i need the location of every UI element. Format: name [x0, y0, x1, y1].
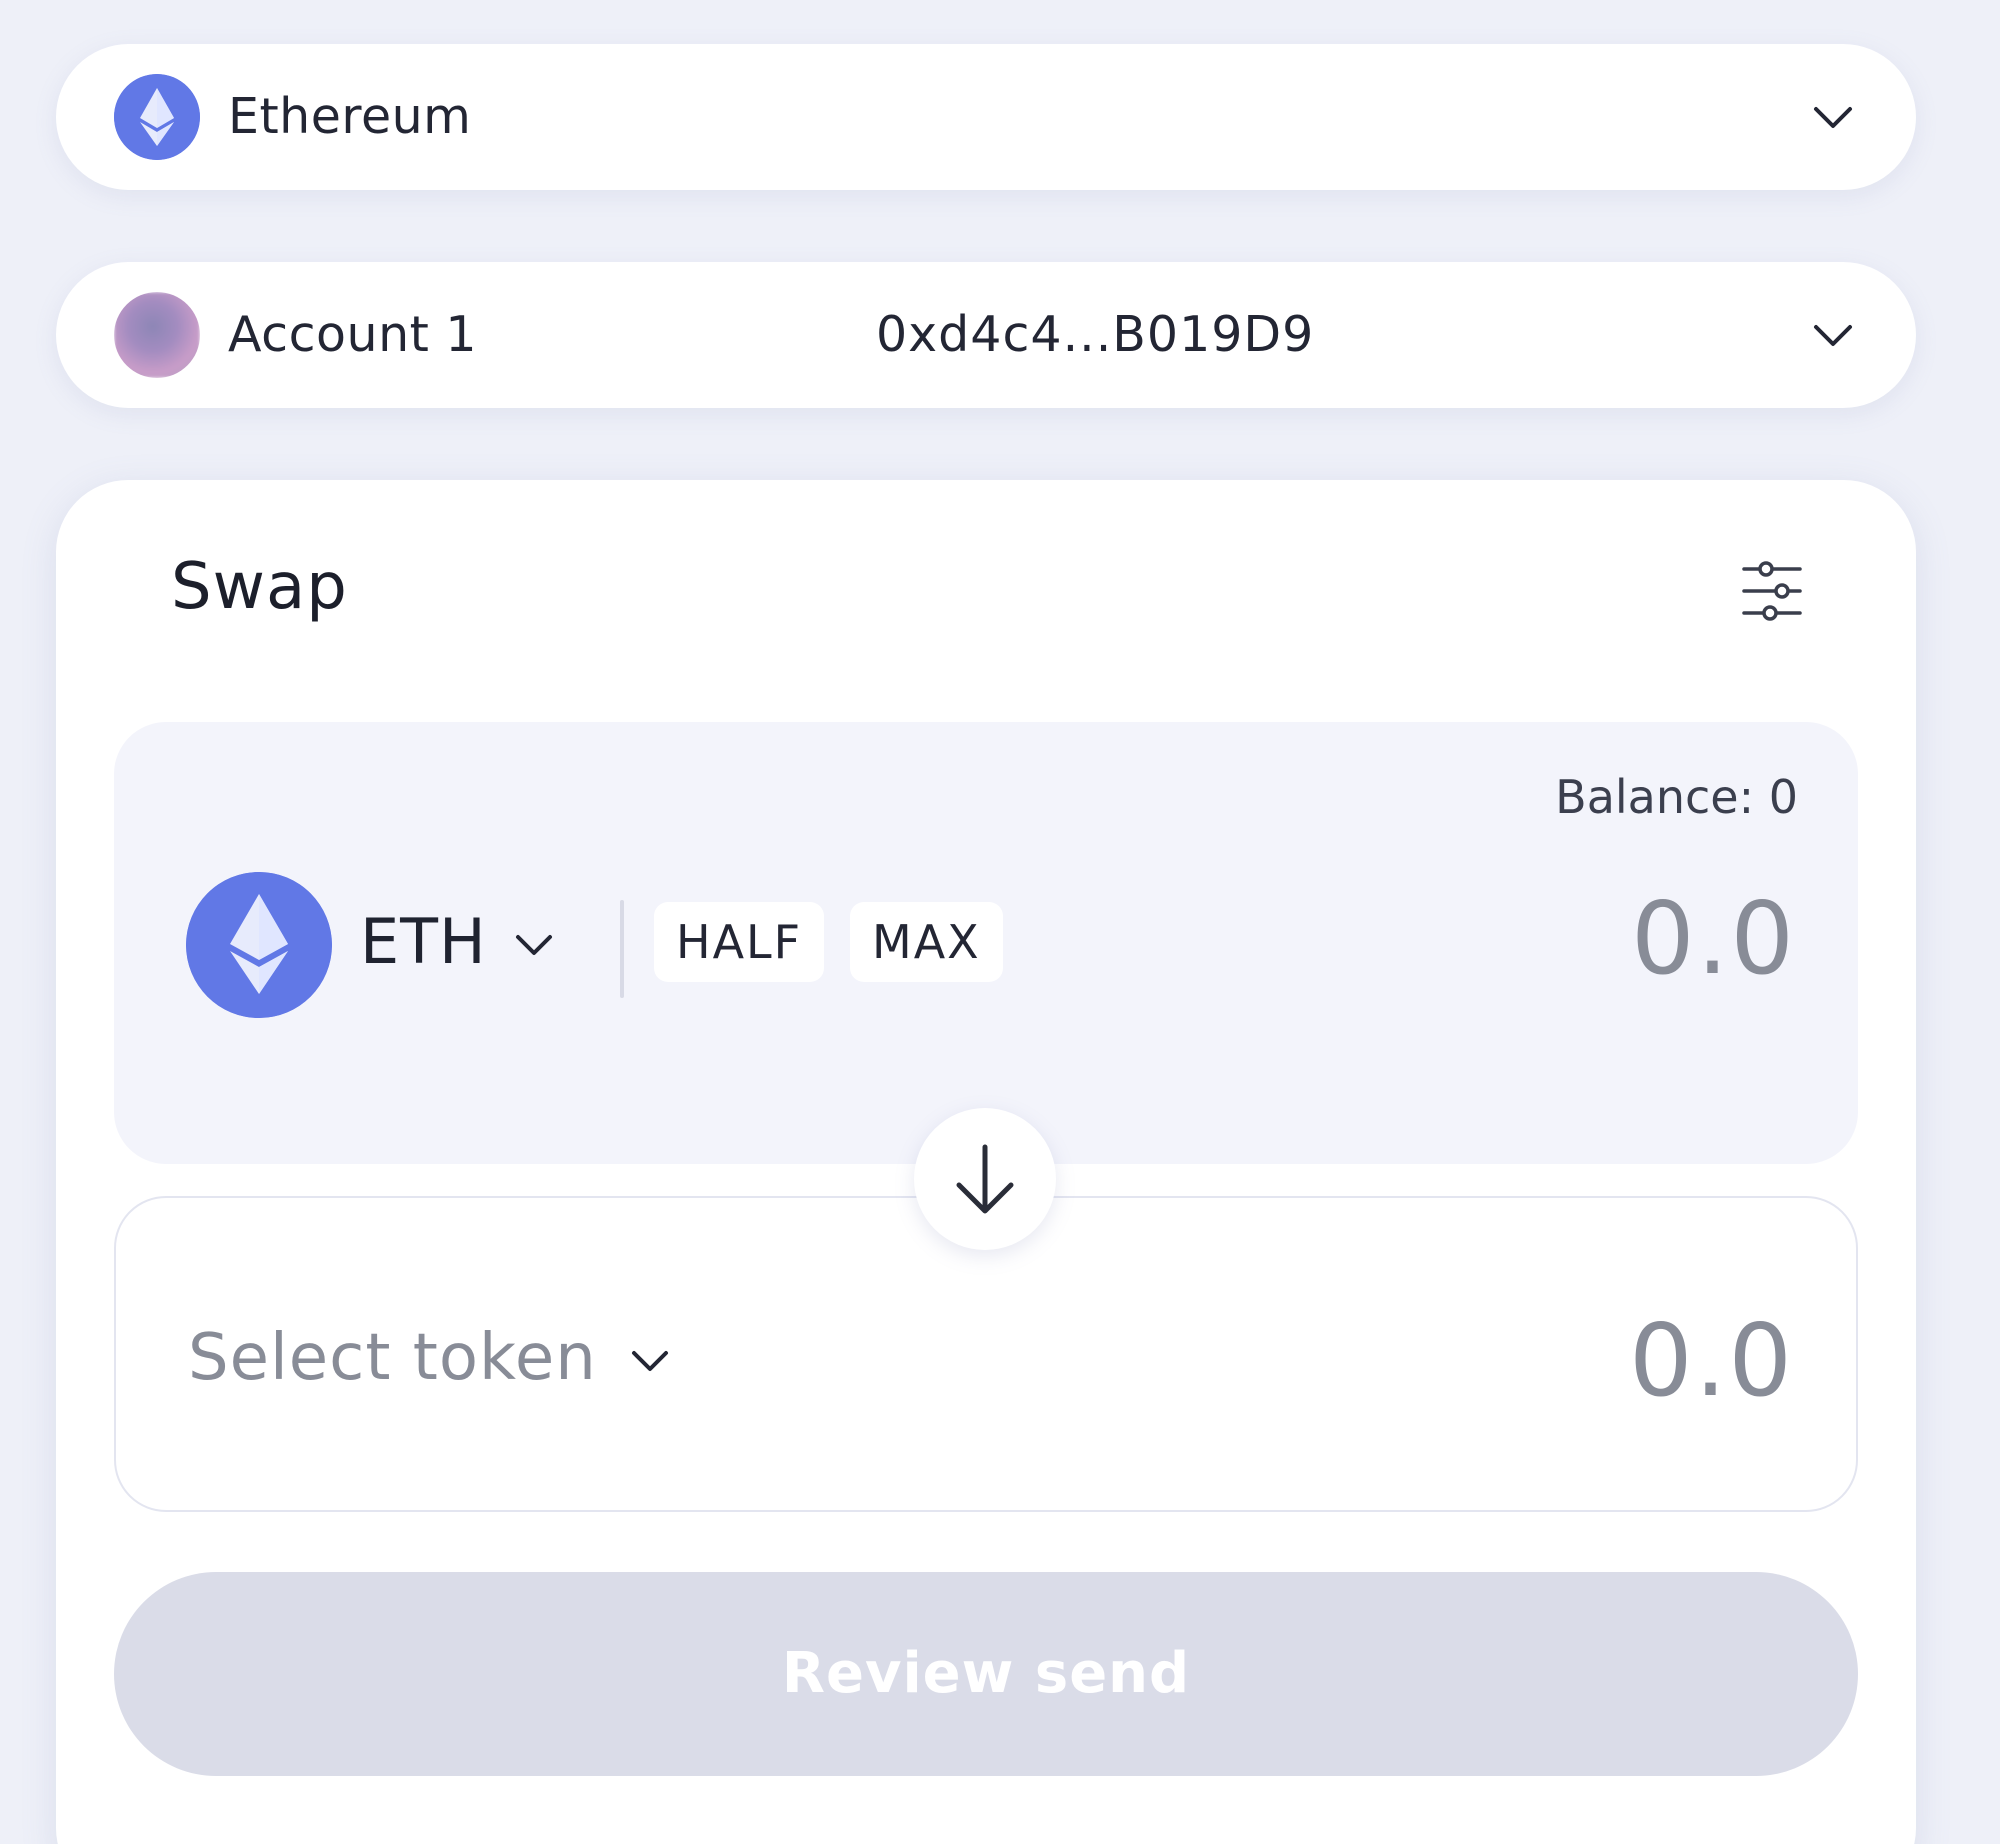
account-name: Account 1	[228, 306, 478, 363]
balance-label: Balance: 0	[1555, 770, 1798, 824]
swap-direction-button[interactable]	[914, 1108, 1056, 1250]
network-name: Ethereum	[228, 88, 472, 145]
ethereum-icon	[114, 74, 200, 160]
swap-card: Swap Balance: 0 ETH HALF MAX 0.0 Select …	[56, 480, 1916, 1844]
swap-title: Swap	[171, 550, 348, 624]
half-button[interactable]: HALF	[654, 902, 825, 982]
app-root: Ethereum Account 1 0xd4c4...B019D9 Swap	[0, 0, 2000, 1844]
from-amount-input[interactable]: 0.0	[1631, 880, 1796, 997]
review-send-button[interactable]: Review send	[114, 1572, 1858, 1776]
chevron-down-icon	[1814, 325, 1852, 346]
chevron-down-icon	[1814, 107, 1852, 128]
max-button[interactable]: MAX	[850, 902, 1003, 982]
arrow-down-icon	[956, 1144, 1014, 1214]
select-token-button[interactable]: Select token	[188, 1308, 597, 1408]
to-amount-input[interactable]: 0.0	[1629, 1302, 1794, 1419]
chevron-down-icon[interactable]	[628, 1338, 672, 1382]
account-selector[interactable]: Account 1 0xd4c4...B019D9	[56, 262, 1916, 408]
from-token-symbol[interactable]: ETH	[360, 892, 487, 992]
sliders-icon[interactable]	[1736, 555, 1808, 627]
account-address: 0xd4c4...B019D9	[876, 306, 1315, 363]
network-selector[interactable]: Ethereum	[56, 44, 1916, 190]
from-token-panel: Balance: 0 ETH HALF MAX 0.0	[114, 722, 1858, 1164]
divider	[620, 900, 624, 998]
ethereum-icon[interactable]	[186, 872, 332, 1018]
chevron-down-icon[interactable]	[512, 922, 556, 966]
account-avatar	[114, 292, 200, 378]
